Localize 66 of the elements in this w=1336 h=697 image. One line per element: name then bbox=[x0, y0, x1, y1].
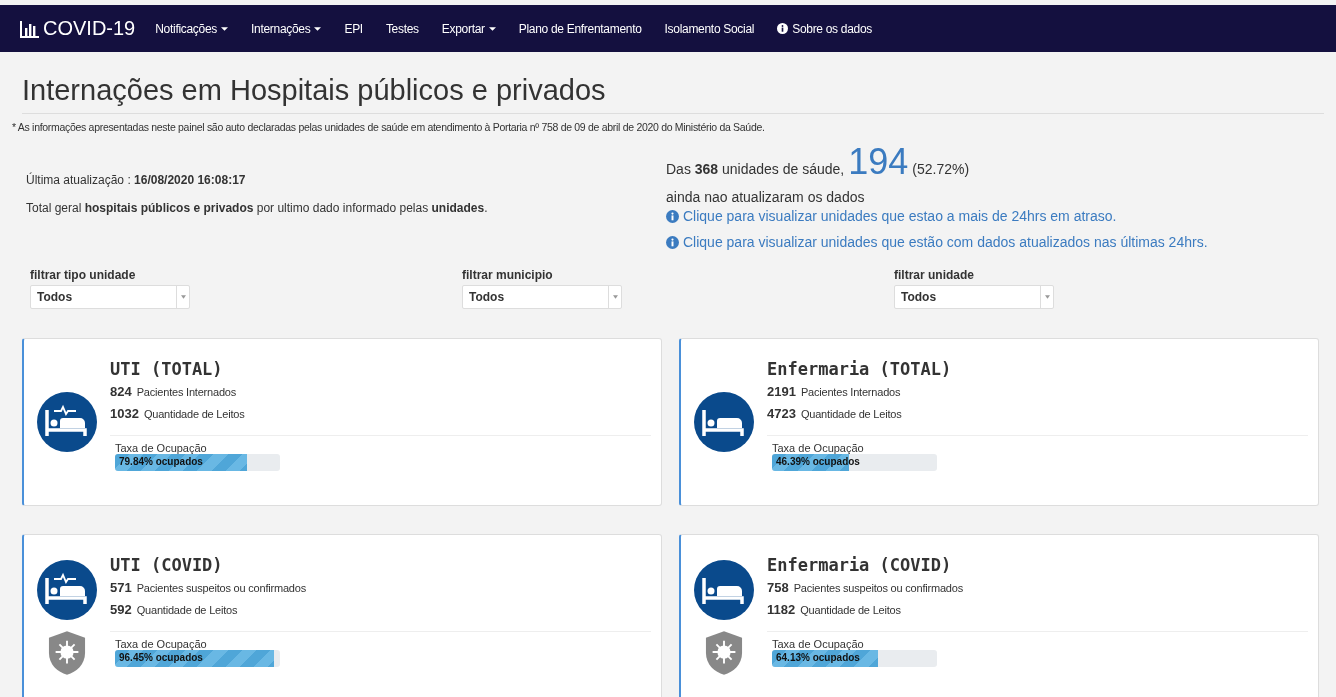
stat-value: 758 bbox=[767, 581, 789, 595]
stat-value: 1182 bbox=[767, 603, 796, 617]
caret-icon bbox=[488, 26, 496, 31]
stat-value: 571 bbox=[110, 581, 132, 595]
stat-value: 592 bbox=[110, 603, 132, 617]
nav-link[interactable]: Testes bbox=[385, 21, 419, 36]
stat-value: 2191 bbox=[767, 385, 796, 399]
disclaimer-text: * As informações apresentadas neste painel são auto declaradas pelas unidades de saúde em atendimento à Portaria nº 758 de 09 de abril de 2020 do Ministério da Saúde. bbox=[12, 121, 766, 133]
nav-link[interactable]: Plano de Enfrentamento bbox=[518, 21, 642, 36]
brand-link[interactable]: COVID-19 bbox=[20, 17, 136, 40]
card-title: UTI (COVID) bbox=[110, 555, 224, 575]
stat-label: Quantidade de Leitos bbox=[800, 603, 901, 617]
last-update-text: Última atualização : 16/08/2020 16:08:17 bbox=[26, 173, 247, 187]
filter-label: filtrar municipio bbox=[462, 268, 554, 282]
hospital-bed-icon bbox=[37, 560, 97, 620]
stat-label: Quantidade de Leitos bbox=[800, 407, 902, 421]
nav-link[interactable]: Sobre os dados bbox=[777, 21, 873, 36]
caret-icon bbox=[314, 26, 322, 31]
outdated-text: ainda nao atualizaram os dados bbox=[666, 189, 866, 205]
page-title: Internações em Hospitais públicos e privados bbox=[22, 74, 1324, 114]
info-icon bbox=[777, 23, 789, 34]
nav-link[interactable]: Exportar bbox=[441, 21, 496, 36]
caret-icon bbox=[1044, 295, 1050, 299]
filter-select[interactable]: Todos bbox=[462, 285, 622, 309]
info-icon bbox=[666, 235, 679, 249]
card-title: Enfermaria (COVID) bbox=[767, 555, 953, 575]
units-link[interactable]: Clique para visualizar unidades que estao a mais de 24hrs em atraso. bbox=[666, 208, 1208, 224]
occupancy-label: Taxa de Ocupação bbox=[115, 638, 208, 650]
nav-link[interactable]: Notificações bbox=[155, 21, 228, 36]
card-title: Enfermaria (TOTAL) bbox=[767, 359, 953, 379]
units-link[interactable]: Clique para visualizar unidades que estão com dados atualizados nas últimas 24hrs. bbox=[666, 234, 1208, 250]
occupancy-rate: 96.45% ocupados bbox=[119, 652, 203, 663]
card-title: UTI (TOTAL) bbox=[110, 359, 224, 379]
units-intro-text: Das 368 unidades de sáude, bbox=[666, 161, 845, 177]
stat-value: 4723 bbox=[767, 407, 796, 421]
stat-value: 824 bbox=[110, 385, 132, 399]
occupancy-label: Taxa de Ocupação bbox=[772, 442, 865, 454]
stat-label: Pacientes Internados bbox=[136, 385, 237, 399]
occupancy-label: Taxa de Ocupação bbox=[772, 638, 865, 650]
filter-select[interactable]: Todos bbox=[894, 285, 1054, 309]
occupancy-rate: 64.13% ocupados bbox=[776, 652, 860, 663]
bar-chart-icon bbox=[20, 19, 40, 38]
nav-link[interactable]: Internações bbox=[251, 21, 322, 36]
info-icon bbox=[666, 209, 679, 223]
stat-value: 1032 bbox=[110, 407, 139, 421]
caret-icon bbox=[612, 295, 618, 299]
stat-label: Quantidade de Leitos bbox=[143, 407, 245, 421]
total-note-text: Total geral hospitais públicos e privados por ultimo dado informado pelas unidades. bbox=[26, 201, 489, 215]
nav-link[interactable]: EPI bbox=[344, 21, 363, 36]
occupancy-label: Taxa de Ocupação bbox=[115, 442, 208, 454]
nav-link[interactable]: Isolamento Social bbox=[664, 21, 755, 36]
outdated-percent: (52.72%) bbox=[912, 161, 970, 177]
filter-label: filtrar unidade bbox=[894, 268, 975, 282]
stat-label: Pacientes suspeitos ou confirmados bbox=[136, 581, 306, 595]
stat-label: Pacientes Internados bbox=[800, 385, 901, 399]
outdated-count: 194 bbox=[848, 141, 909, 183]
occupancy-rate: 79.84% ocupados bbox=[119, 456, 203, 467]
filter-select[interactable]: Todos bbox=[30, 285, 190, 309]
hospital-bed-icon bbox=[37, 392, 97, 452]
caret-icon bbox=[180, 295, 186, 299]
hospital-bed-icon bbox=[694, 560, 754, 620]
hospital-bed-icon bbox=[694, 392, 754, 452]
filter-label: filtrar tipo unidade bbox=[30, 268, 137, 282]
caret-icon bbox=[221, 26, 228, 31]
stat-label: Quantidade de Leitos bbox=[136, 603, 238, 617]
stat-label: Pacientes suspeitos ou confirmados bbox=[793, 581, 963, 595]
